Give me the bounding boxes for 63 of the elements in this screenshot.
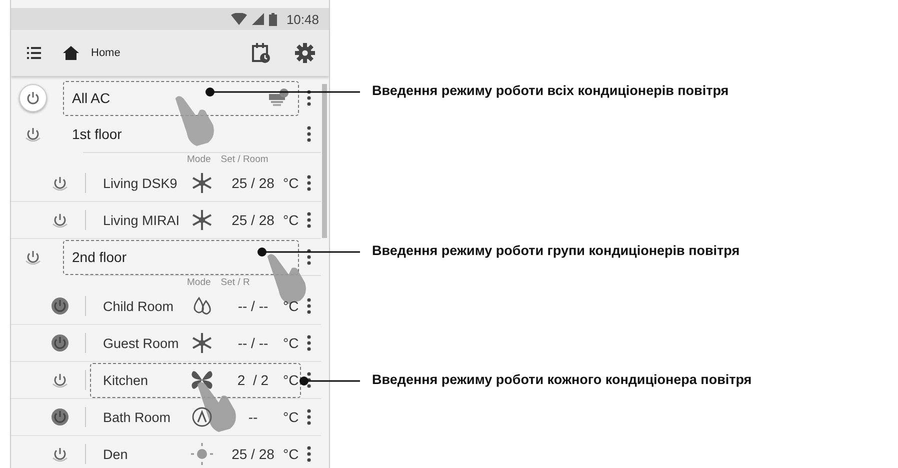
more-icon[interactable] xyxy=(307,409,311,425)
power-button[interactable] xyxy=(51,174,69,192)
temperature-reading: -- / -- xyxy=(236,335,270,351)
temperature-unit: °C xyxy=(283,212,299,228)
power-button[interactable] xyxy=(19,84,47,112)
temperature-reading: 2 / 2 xyxy=(236,372,270,388)
column-heading: Set / Room xyxy=(220,154,268,164)
leader-line xyxy=(299,376,360,386)
signal-icon xyxy=(252,13,264,25)
temperature-unit: °C xyxy=(283,372,299,388)
unit-name[interactable]: Living DSK9 xyxy=(103,176,185,190)
clock-time: 10:48 xyxy=(286,12,319,26)
column-heading: Mode xyxy=(187,276,211,288)
group-name[interactable]: All AC xyxy=(72,90,110,106)
scrollbar[interactable] xyxy=(322,84,327,238)
power-button[interactable] xyxy=(51,408,69,426)
annotation-text: Введення режиму роботи групи кондиціонерів повітря xyxy=(372,243,740,258)
temperature-unit: °C xyxy=(283,298,299,314)
power-button[interactable] xyxy=(51,211,69,229)
annotation-text: Введення режиму роботи всіх кондиціонерів повітря xyxy=(372,83,729,98)
temperature-unit: °C xyxy=(283,335,299,351)
power-button[interactable] xyxy=(51,371,69,389)
temperature-reading: 25 / 28 xyxy=(230,446,276,462)
power-button[interactable] xyxy=(51,334,69,352)
temperature-reading: -- xyxy=(247,409,259,425)
wifi-icon xyxy=(231,13,248,25)
power-button[interactable] xyxy=(51,297,69,315)
more-icon[interactable] xyxy=(307,175,311,191)
unit-name[interactable]: Den xyxy=(103,446,185,462)
unit-name[interactable]: Living MIRAI xyxy=(103,212,185,228)
temperature-reading: 25 / 28 xyxy=(230,175,276,191)
ac-unit-icon[interactable] xyxy=(268,88,290,108)
temperature-reading: -- / -- xyxy=(236,298,270,314)
settings-icon[interactable] xyxy=(295,43,315,63)
column-heading: Mode xyxy=(187,154,211,164)
temperature-unit: °C xyxy=(283,446,299,462)
group-name[interactable]: 2nd floor xyxy=(72,249,126,265)
menu-icon[interactable] xyxy=(27,47,41,59)
more-icon[interactable] xyxy=(307,446,311,462)
power-button[interactable] xyxy=(51,445,69,463)
power-button[interactable] xyxy=(24,125,42,143)
column-heading: Set / R xyxy=(220,276,250,288)
unit-name[interactable]: Bath Room xyxy=(103,410,185,424)
power-button[interactable] xyxy=(24,248,42,266)
unit-name[interactable]: Kitchen xyxy=(103,372,185,388)
more-icon[interactable] xyxy=(307,298,311,314)
schedule-icon[interactable] xyxy=(251,43,271,63)
annotation-text: Введення режиму роботи кожного кондиціонера повітря xyxy=(372,372,752,387)
screen-title: Home xyxy=(91,47,120,59)
unit-name[interactable]: Child Room xyxy=(103,298,185,314)
group-name[interactable]: 1st floor xyxy=(72,126,122,142)
temperature-reading: 25 / 28 xyxy=(230,212,276,228)
power-icon xyxy=(26,91,40,105)
more-icon[interactable] xyxy=(307,335,311,351)
more-icon[interactable] xyxy=(307,212,311,228)
home-icon[interactable] xyxy=(63,46,79,60)
more-icon[interactable] xyxy=(307,249,311,265)
more-icon[interactable] xyxy=(307,90,311,106)
temperature-unit: °C xyxy=(283,175,299,191)
unit-name[interactable]: Guest Room xyxy=(103,336,185,350)
temperature-unit: °C xyxy=(283,409,299,425)
more-icon[interactable] xyxy=(307,126,311,142)
battery-icon xyxy=(269,12,278,26)
